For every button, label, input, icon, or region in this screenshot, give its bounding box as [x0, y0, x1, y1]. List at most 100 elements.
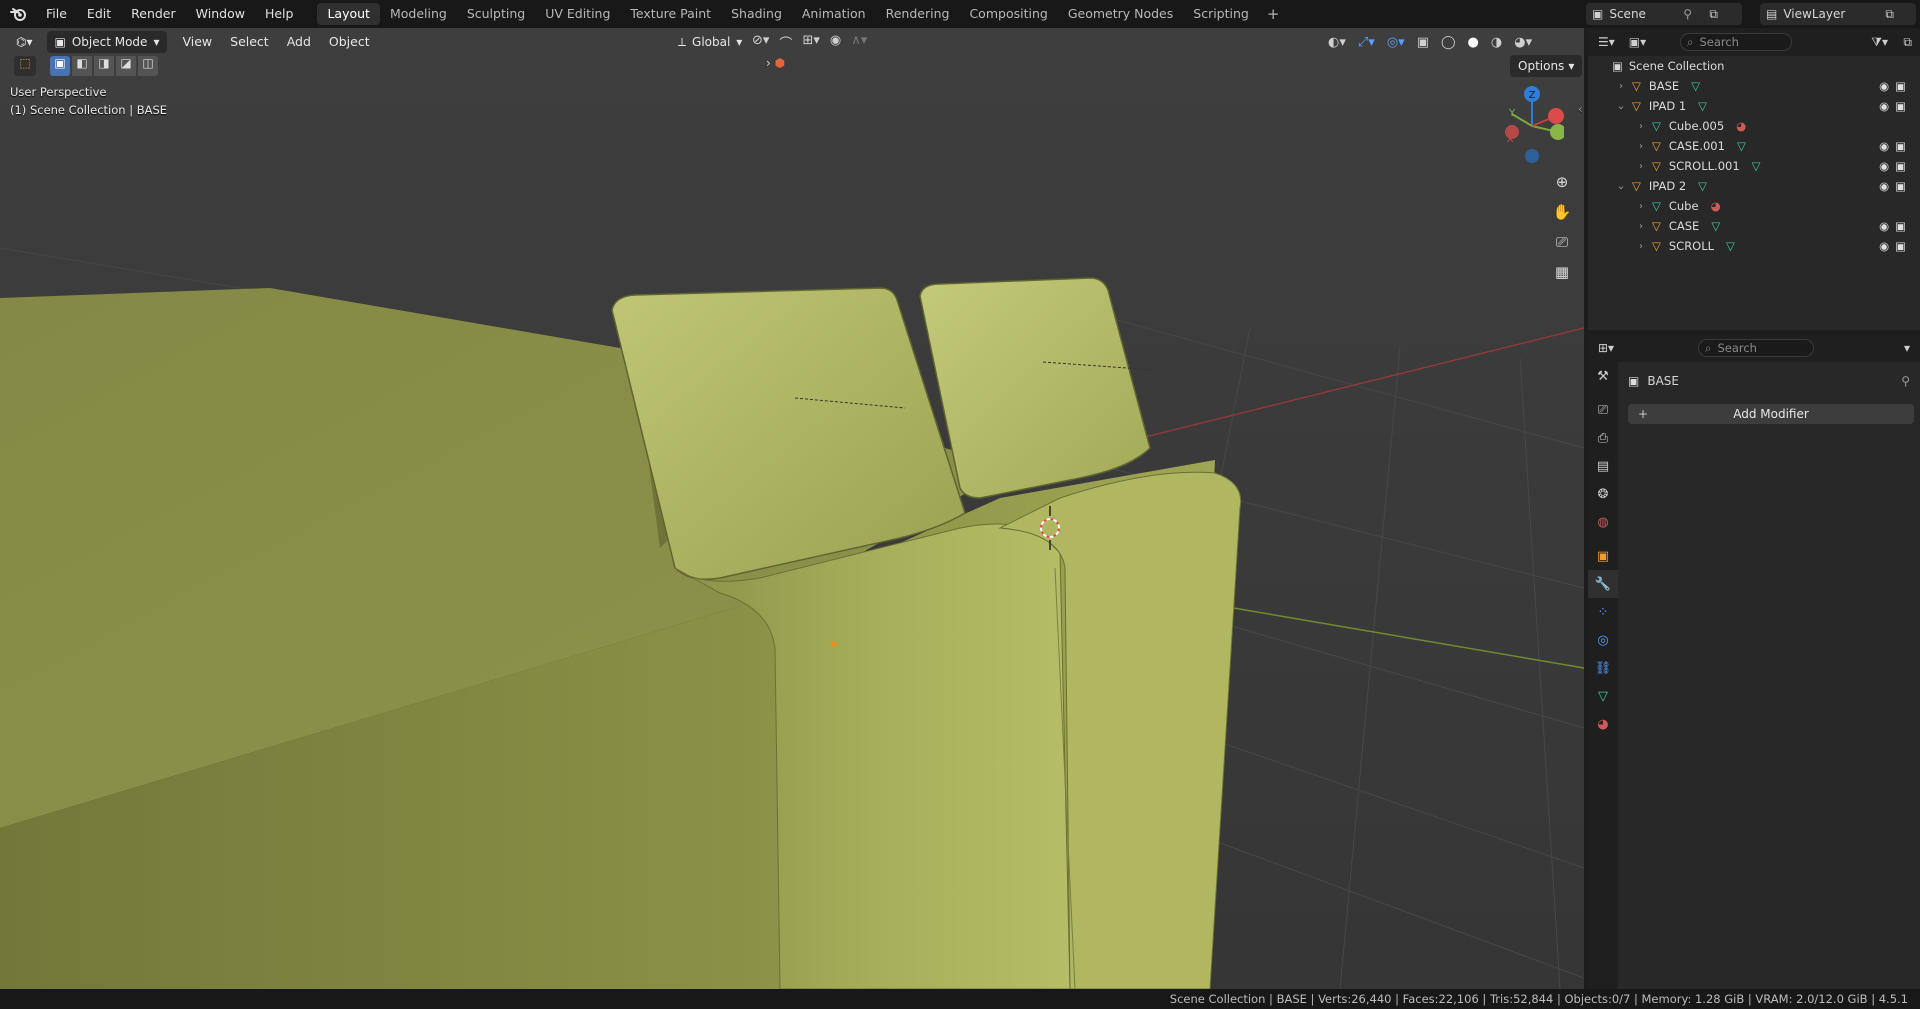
- render-camera-icon[interactable]: ▣: [1895, 239, 1906, 253]
- camera-view-icon[interactable]: ⎚: [1549, 229, 1575, 255]
- viewport-menu-object[interactable]: Object: [320, 31, 379, 53]
- outliner-item[interactable]: › ▽ CASE.001 ▽ ◉ ▣: [1634, 136, 1914, 156]
- falloff-icon[interactable]: ∧▾: [851, 33, 867, 52]
- properties-tab-physics[interactable]: ◎: [1588, 626, 1618, 654]
- proportional-edit-icon[interactable]: ◉: [830, 33, 841, 52]
- menu-window[interactable]: Window: [186, 0, 255, 28]
- chevron-right-icon[interactable]: ›: [1634, 201, 1648, 212]
- tab-modeling[interactable]: Modeling: [380, 3, 457, 25]
- tab-sculpting[interactable]: Sculpting: [457, 3, 535, 25]
- mode-selector[interactable]: ▣ Object Mode ▾: [46, 31, 168, 53]
- asset-shelf-toggle[interactable]: › ⬢: [766, 56, 785, 70]
- solid-shading-icon[interactable]: ●: [1468, 35, 1479, 50]
- render-camera-icon[interactable]: ▣: [1895, 139, 1906, 153]
- options-dropdown[interactable]: Options ▾: [1510, 55, 1583, 77]
- new-collection-icon[interactable]: ⧉: [1903, 35, 1912, 50]
- eye-icon[interactable]: ◉: [1879, 219, 1889, 233]
- render-camera-icon[interactable]: ▣: [1895, 179, 1906, 193]
- tab-scripting[interactable]: Scripting: [1183, 3, 1259, 25]
- add-modifier-button[interactable]: + Add Modifier: [1628, 404, 1914, 424]
- menu-edit[interactable]: Edit: [77, 0, 121, 28]
- viewport-menu-add[interactable]: Add: [278, 31, 320, 53]
- material-shading-icon[interactable]: ◑: [1491, 35, 1502, 50]
- pin-icon[interactable]: ⚲: [1683, 7, 1692, 21]
- sidebar-toggle-icon[interactable]: ‹: [1578, 102, 1583, 116]
- filter-icon[interactable]: ⧩▾: [1871, 35, 1888, 50]
- scene-collection-row[interactable]: ▣ Scene Collection: [1612, 56, 1724, 76]
- tab-shading[interactable]: Shading: [721, 3, 792, 25]
- eye-icon[interactable]: ◉: [1879, 139, 1889, 153]
- wireframe-shading-icon[interactable]: ◯: [1441, 35, 1456, 50]
- properties-tab-constraints[interactable]: ⛓: [1588, 654, 1618, 682]
- properties-search-input[interactable]: ⌕ Search: [1698, 339, 1814, 357]
- outliner-item[interactable]: › ▽ BASE ▽ ◉ ▣: [1614, 76, 1914, 96]
- outliner-search-input[interactable]: ⌕ Search: [1680, 33, 1792, 51]
- editor-type-icon[interactable]: ⌬▾: [8, 31, 41, 53]
- ortho-grid-icon[interactable]: ▦: [1549, 259, 1575, 285]
- viewport-menu-view[interactable]: View: [173, 31, 221, 53]
- tab-uv-editing[interactable]: UV Editing: [535, 3, 620, 25]
- new-view-layer-icon[interactable]: ⧉: [1885, 7, 1894, 22]
- snap-target-icon[interactable]: ⊞▾: [802, 33, 819, 52]
- properties-tab-data[interactable]: ▽: [1588, 682, 1618, 710]
- tab-animation[interactable]: Animation: [792, 3, 876, 25]
- menu-render[interactable]: Render: [121, 0, 186, 28]
- properties-tab-object[interactable]: ▣: [1588, 542, 1618, 570]
- snap-icon[interactable]: ⌒: [779, 33, 792, 52]
- menu-file[interactable]: File: [36, 0, 77, 28]
- select-subtract-icon[interactable]: ◨: [94, 56, 114, 76]
- tab-compositing[interactable]: Compositing: [959, 3, 1057, 25]
- viewport-menu-select[interactable]: Select: [221, 31, 278, 53]
- eye-icon[interactable]: ◉: [1879, 239, 1889, 253]
- display-mode-icon[interactable]: ▣▾: [1629, 35, 1646, 49]
- blender-logo-icon[interactable]: [0, 0, 36, 28]
- properties-tab-world[interactable]: ◍: [1588, 508, 1618, 536]
- tab-rendering[interactable]: Rendering: [876, 3, 960, 25]
- properties-tab-scene[interactable]: ❂: [1588, 480, 1618, 508]
- chevron-right-icon[interactable]: ›: [1634, 141, 1648, 152]
- select-intersect-icon[interactable]: ◫: [138, 56, 158, 76]
- tab-geometry-nodes[interactable]: Geometry Nodes: [1058, 3, 1183, 25]
- chevron-right-icon[interactable]: ›: [1634, 241, 1648, 252]
- pin-icon[interactable]: ⚲: [1901, 374, 1910, 388]
- select-new-icon[interactable]: ▣: [50, 56, 70, 76]
- transform-orientation-selector[interactable]: ⟂ Global ▾: [670, 31, 750, 53]
- visibility-icon[interactable]: ◐▾: [1328, 35, 1346, 50]
- view-layer-selector[interactable]: ▤ ViewLayer ⧉: [1760, 3, 1916, 25]
- properties-editor-icon[interactable]: ⊞▾: [1598, 341, 1614, 355]
- chevron-right-icon[interactable]: ›: [1634, 161, 1648, 172]
- chevron-down-icon[interactable]: ⌄: [1614, 181, 1628, 192]
- 3d-viewport[interactable]: ⌬▾ ▣ Object Mode ▾ View Select Add Objec…: [0, 28, 1584, 989]
- tab-texture-paint[interactable]: Texture Paint: [620, 3, 721, 25]
- select-extend-icon[interactable]: ◧: [72, 56, 92, 76]
- render-camera-icon[interactable]: ▣: [1895, 99, 1906, 113]
- properties-tab-view-layer[interactable]: ▤: [1588, 452, 1618, 480]
- render-camera-icon[interactable]: ▣: [1895, 219, 1906, 233]
- outliner-item[interactable]: ⌄ ▽ IPAD 1 ▽ ◉ ▣: [1614, 96, 1914, 116]
- menu-help[interactable]: Help: [255, 0, 304, 28]
- gizmo-toggle-icon[interactable]: ⤢▾: [1358, 35, 1375, 50]
- zoom-icon[interactable]: ⊕: [1549, 169, 1575, 195]
- outliner-item[interactable]: ⌄ ▽ IPAD 2 ▽ ◉ ▣: [1614, 176, 1914, 196]
- chevron-down-icon[interactable]: ▾: [1904, 341, 1910, 355]
- properties-tab-material[interactable]: ◕: [1588, 710, 1618, 738]
- chevron-right-icon[interactable]: ›: [1634, 221, 1648, 232]
- pan-hand-icon[interactable]: ✋: [1549, 199, 1575, 225]
- properties-tab-tool[interactable]: ⚒: [1588, 362, 1618, 390]
- render-camera-icon[interactable]: ▣: [1895, 159, 1906, 173]
- overlay-toggle-icon[interactable]: ◎▾: [1387, 35, 1405, 50]
- eye-icon[interactable]: ◉: [1879, 179, 1889, 193]
- properties-tab-render[interactable]: ⎚: [1588, 396, 1618, 424]
- properties-tab-modifiers[interactable]: 🔧: [1588, 570, 1618, 598]
- xray-icon[interactable]: ▣: [1417, 35, 1429, 50]
- chevron-right-icon[interactable]: ›: [1634, 121, 1648, 132]
- outliner-editor-icon[interactable]: ☰▾: [1598, 35, 1615, 49]
- scene-selector[interactable]: ▣ Scene ⚲ ⧉: [1586, 3, 1742, 25]
- navigation-gizmo[interactable]: Z Y X: [1494, 84, 1564, 164]
- properties-tab-particles[interactable]: ⁘: [1588, 598, 1618, 626]
- properties-tab-output[interactable]: ⎙: [1588, 424, 1618, 452]
- outliner-item[interactable]: › ▽ SCROLL.001 ▽ ◉ ▣: [1634, 156, 1914, 176]
- select-box-icon[interactable]: ⬚: [14, 56, 36, 76]
- add-workspace-button[interactable]: +: [1259, 5, 1288, 23]
- new-scene-icon[interactable]: ⧉: [1709, 7, 1718, 22]
